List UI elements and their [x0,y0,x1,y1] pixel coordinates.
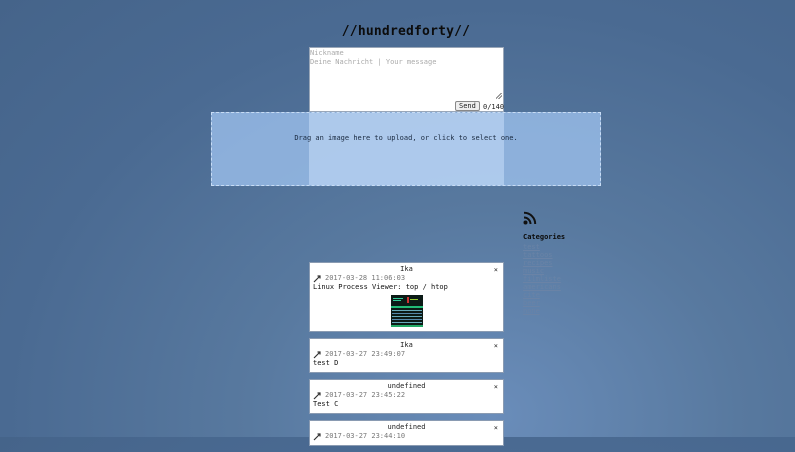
char-counter: 0/140 [483,103,505,111]
post-card: undefined × 2017-03-27 23:44:10 [309,420,504,446]
post-author: undefined [387,382,426,390]
sidebar: Categories test tattoos recipes music fi… [523,211,565,315]
category-link-cite[interactable]: cite [523,291,540,299]
resize-handle[interactable] [496,93,502,99]
close-icon[interactable]: × [494,342,498,350]
category-item: music [523,267,565,275]
send-button[interactable]: Send [455,101,480,111]
permalink-icon[interactable] [313,391,321,400]
htop-screenshot-image [390,295,423,327]
post-meta: 2017-03-27 23:45:22 [313,391,500,400]
post-text: Test C [313,400,339,408]
category-item: test [523,243,565,251]
category-link-none[interactable]: none [523,307,540,315]
category-item: filmliste [523,275,565,283]
category-link-test[interactable]: test [523,243,540,251]
post-meta: 2017-03-27 23:49:07 [313,350,500,359]
post-image-thumbnail[interactable] [390,295,423,327]
categories-heading: Categories [523,233,566,241]
category-item: recipes [523,259,565,267]
post-timestamp: 2017-03-27 23:45:22 [325,391,406,399]
dropzone-center [309,113,504,185]
rss-icon[interactable] [523,211,537,225]
permalink-icon[interactable] [313,274,321,283]
post-timestamp: 2017-03-27 23:49:07 [325,350,406,358]
close-icon[interactable]: × [494,266,498,274]
category-item: tattoos [523,251,565,259]
category-link-recipes[interactable]: recipes [523,259,553,267]
post-meta: 2017-03-28 11:06:03 [313,274,500,283]
post-timestamp: 2017-03-28 11:06:03 [325,274,406,282]
dropzone-text: Drag an image here to upload, or click t… [294,134,518,142]
page-title: //hundredforty// [341,24,471,39]
post-card: Ika × 2017-03-28 11:06:03 Linux Process … [309,262,504,332]
category-item: beer [523,299,565,307]
post-text: test D [313,359,339,367]
categories-list: test tattoos recipes music filmliste ame… [523,243,565,315]
category-item: cite [523,291,565,299]
post-card: undefined × 2017-03-27 23:45:22 Test C [309,379,504,414]
image-dropzone[interactable]: Drag an image here to upload, or click t… [211,112,601,186]
post-author: Ika [400,341,413,349]
post-text: Linux Process Viewer: top / htop [313,283,448,291]
nickname-input[interactable] [310,48,503,58]
category-link-tattoos[interactable]: tattoos [523,251,553,259]
category-link-americans[interactable]: americans [523,283,561,291]
permalink-icon[interactable] [313,350,321,359]
close-icon[interactable]: × [494,424,498,432]
message-textarea[interactable] [310,58,503,100]
category-item: americans [523,283,565,291]
category-item: none [523,307,565,315]
category-link-beer[interactable]: beer [523,299,540,307]
category-link-filmliste[interactable]: filmliste [523,275,561,283]
post-feed: Ika × 2017-03-28 11:06:03 Linux Process … [309,262,504,452]
post-form: Send 0/140 [309,47,504,112]
category-link-music[interactable]: music [523,267,544,275]
post-author: undefined [387,423,426,431]
post-author: Ika [400,265,413,273]
close-icon[interactable]: × [494,383,498,391]
post-card: Ika × 2017-03-27 23:49:07 test D [309,338,504,373]
